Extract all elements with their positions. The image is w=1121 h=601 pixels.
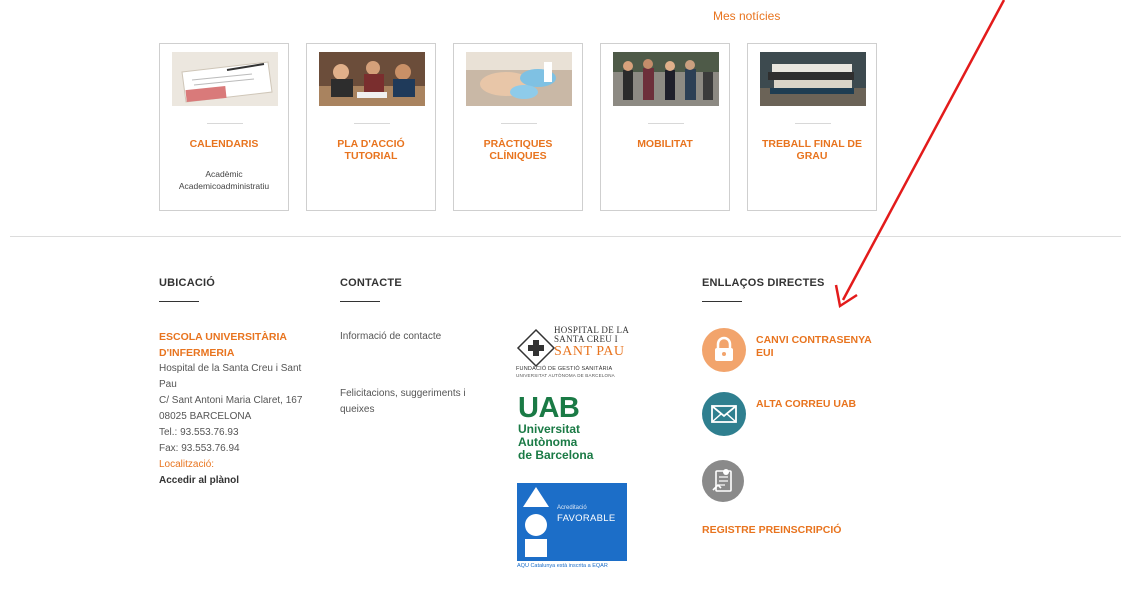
aqu-accreditation-badge[interactable]: Acreditació FAVORABLE AQU Catalunya està…: [517, 483, 627, 571]
section-divider: [10, 236, 1121, 237]
calendar-documents-photo: [172, 52, 278, 106]
sant-pau-logo[interactable]: HOSPITAL DE LA SANTA CREU I SANT PAU FUN…: [516, 326, 636, 384]
fax-line: Fax: 93.553.76.94: [159, 443, 240, 454]
card-treball-final-de-grau[interactable]: TREBALL FINAL DE GRAU: [747, 43, 877, 211]
aqu-text: FAVORABLE: [557, 513, 616, 524]
password-change-link[interactable]: CANVI CONTRASENYA EUI: [702, 328, 882, 374]
uab-logo-mark: UAB: [518, 392, 580, 424]
card-divider: [501, 123, 537, 124]
address-line: C/ Sant Antoni Maria Claret, 167: [159, 395, 303, 406]
card-title: PLA D'ACCIÓ TUTORIAL: [337, 138, 405, 162]
logo-text: SANT PAU: [554, 344, 625, 359]
uab-logo-text: Universitat Autònoma de Barcelona: [518, 423, 628, 462]
logo-text: UNIVERSITAT AUTÒNOMA DE BARCELONA: [516, 373, 615, 378]
card-title: TREBALL FINAL DE GRAU: [762, 138, 862, 162]
mail-icon: [702, 392, 746, 436]
ubicacio-heading: UBICACIÓ: [159, 277, 215, 289]
subtitle-academic[interactable]: Acadèmic: [164, 168, 284, 180]
heading-underline: [159, 301, 199, 302]
link-label: ALTA CORREU UAB: [756, 398, 857, 410]
sant-pau-emblem: [516, 328, 556, 368]
uab-email-link[interactable]: ALTA CORREU UAB: [702, 392, 882, 438]
feedback-link[interactable]: Felicitacions, suggeriments i queixes: [340, 386, 475, 418]
aqu-text: Acreditació: [557, 505, 587, 511]
contact-info-link[interactable]: Informació de contacte: [340, 329, 441, 345]
card-mobilitat[interactable]: MOBILITAT: [600, 43, 730, 211]
link-label: REGISTRE PREINSCRIPCIÓ: [702, 524, 842, 536]
map-link[interactable]: Accedir al plànol: [159, 473, 239, 489]
card-divider: [795, 123, 831, 124]
card-divider: [354, 123, 390, 124]
lock-icon: [702, 328, 746, 372]
phone-line: Tel.: 93.553.76.93: [159, 427, 239, 438]
register-icon: [702, 460, 744, 502]
books-stack-photo: [760, 52, 866, 106]
enllacos-heading: ENLLAÇOS DIRECTES: [702, 277, 825, 289]
aqu-emblem: [523, 487, 549, 557]
card-practiques-cliniques[interactable]: PRÀCTIQUES CLÍNIQUES: [453, 43, 583, 211]
subtitle-administrative[interactable]: Academicoadministratiu: [164, 180, 284, 192]
logo-text: de Barcelona: [518, 448, 594, 462]
logo-text: SANTA CREU I: [554, 334, 618, 344]
clinical-gloves-photo: [466, 52, 572, 106]
aqu-caption: AQU Catalunya està inscrita a EQAR: [517, 563, 608, 569]
card-divider: [648, 123, 684, 124]
aqu-badge-background: Acreditació FAVORABLE: [517, 483, 627, 561]
card-title: MOBILITAT: [637, 138, 693, 150]
address-line: 08025 BARCELONA: [159, 411, 252, 422]
card-title: PRÀCTIQUES CLÍNIQUES: [483, 138, 553, 162]
heading-underline: [702, 301, 742, 302]
students-meeting-photo: [319, 52, 425, 106]
card-pla-accio-tutorial[interactable]: PLA D'ACCIÓ TUTORIAL: [306, 43, 436, 211]
uab-logo[interactable]: UAB Universitat Autònoma de Barcelona: [518, 393, 628, 462]
link-label: CANVI CONTRASENYA EUI: [756, 334, 872, 359]
contacte-heading: CONTACTE: [340, 277, 402, 289]
localitzacio-label: Localització:: [159, 459, 215, 470]
school-name[interactable]: ESCOLA UNIVERSITÀRIA D'INFERMERIA: [159, 329, 299, 361]
card-calendaris[interactable]: CALENDARIS Acadèmic Academicoadministrat…: [159, 43, 289, 211]
students-walking-photo: [613, 52, 719, 106]
card-subtitle: Acadèmic Academicoadministratiu: [164, 168, 284, 192]
card-title: CALENDARIS: [189, 138, 259, 150]
logo-text: FUNDACIÓ DE GESTIÓ SANITÀRIA: [516, 366, 613, 372]
card-divider: [207, 123, 243, 124]
preregistration-link[interactable]: REGISTRE PREINSCRIPCIÓ: [702, 460, 882, 540]
more-news-link[interactable]: Mes notícies: [713, 9, 780, 23]
school-address: Hospital de la Santa Creu i Sant Pau C/ …: [159, 361, 319, 457]
address-line: Hospital de la Santa Creu i Sant Pau: [159, 363, 302, 390]
heading-underline: [340, 301, 380, 302]
